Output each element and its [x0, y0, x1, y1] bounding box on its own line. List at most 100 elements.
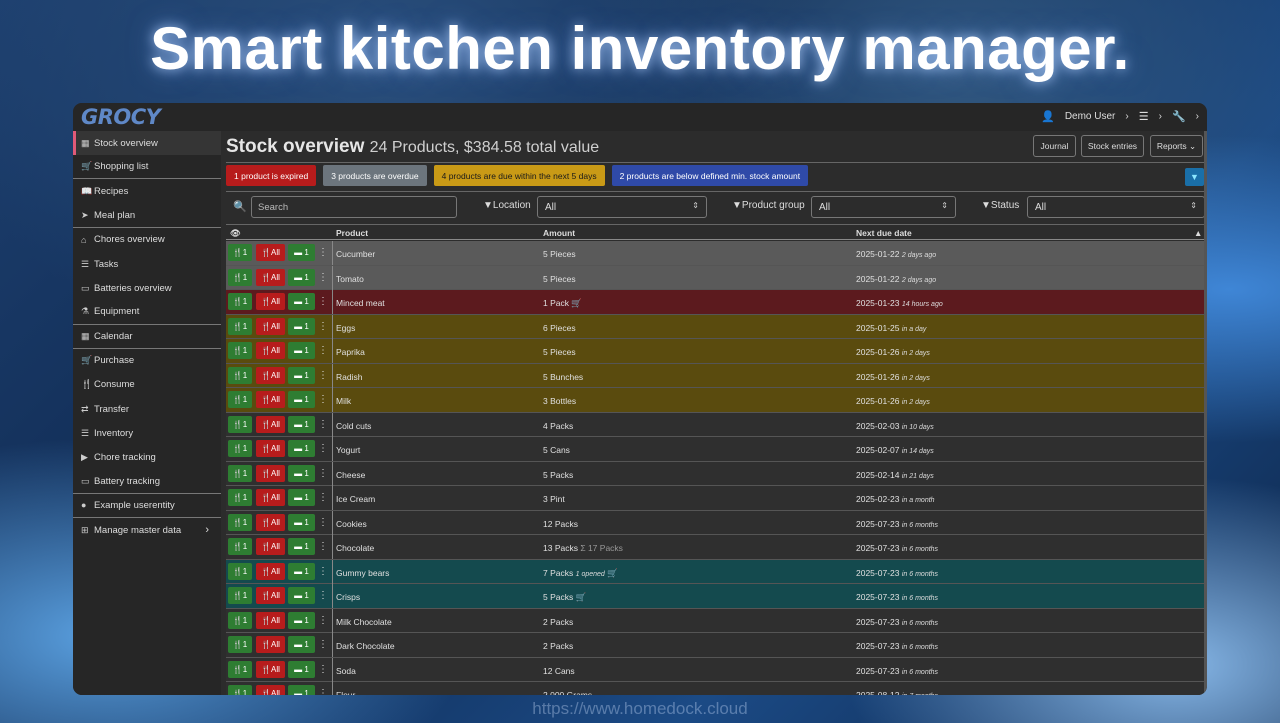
consume-all-button[interactable]: 🍴 All: [256, 562, 285, 580]
product-name[interactable]: Soda: [336, 666, 356, 676]
consume-one-button[interactable]: 🍴 1: [228, 244, 252, 261]
chevron-right-icon[interactable]: ›: [1125, 111, 1128, 122]
consume-all-button[interactable]: 🍴 All: [256, 513, 285, 531]
product-name[interactable]: Eggs: [336, 323, 355, 333]
more-options-icon[interactable]: ⋮: [318, 514, 328, 531]
consume-all-button[interactable]: 🍴 All: [256, 636, 285, 653]
consume-all-button[interactable]: 🍴 All: [256, 415, 285, 433]
open-one-button[interactable]: ▬ 1: [288, 660, 315, 678]
consume-one-button[interactable]: 🍴 1: [228, 464, 252, 482]
more-options-icon[interactable]: ⋮: [318, 489, 328, 506]
consume-one-button[interactable]: 🍴 1: [228, 342, 252, 359]
sidebar-item-transfer[interactable]: ⇄ Transfer: [73, 397, 221, 421]
more-options-icon[interactable]: ⋮: [318, 661, 328, 678]
open-one-button[interactable]: ▬ 1: [288, 268, 315, 286]
consume-all-button[interactable]: 🍴 All: [256, 464, 285, 482]
sidebar-item-meal-plan[interactable]: ➤ Meal plan: [73, 204, 221, 228]
sidebar-item-example-userentity[interactable]: ● Example userentity: [73, 494, 221, 518]
consume-all-button[interactable]: 🍴 All: [256, 391, 285, 408]
sidebar-item-shopping-list[interactable]: 🛒 Shopping list: [73, 155, 221, 180]
table-row[interactable]: 🍴 1 🍴 All ▬ 1 ⋮ Cookies 12 Packs 2025-07-23 in 6…: [226, 510, 1206, 535]
sidebar-item-batteries-overview[interactable]: ▭ Batteries overview: [73, 276, 221, 300]
open-one-button[interactable]: ▬ 1: [288, 538, 315, 555]
sidebar-item-manage-master-data[interactable]: ⊞ Manage master data ›: [73, 518, 221, 542]
more-options-icon[interactable]: ⋮: [318, 244, 328, 261]
eye-icon[interactable]: 👁: [230, 228, 241, 239]
consume-all-button[interactable]: 🍴 All: [256, 366, 285, 384]
table-row[interactable]: 🍴 1 🍴 All ▬ 1 ⋮ Eggs 6 Pieces 2025-01-25 in a da…: [226, 314, 1206, 339]
open-one-button[interactable]: ▬ 1: [288, 244, 315, 261]
sidebar-item-equipment[interactable]: ⚗ Equipment: [73, 300, 221, 325]
table-row[interactable]: 🍴 1 🍴 All ▬ 1 ⋮ Cold cuts 4 Packs 2025-02-03 in …: [226, 412, 1206, 437]
alert-badge[interactable]: 1 product is expired: [226, 165, 317, 186]
product-name[interactable]: Cucumber: [336, 249, 375, 259]
table-row[interactable]: 🍴 1 🍴 All ▬ 1 ⋮ Dark Chocolate 2 Packs 2025-07-2…: [226, 633, 1206, 658]
open-one-button[interactable]: ▬ 1: [288, 415, 315, 433]
open-one-button[interactable]: ▬ 1: [288, 587, 315, 604]
consume-one-button[interactable]: 🍴 1: [228, 317, 252, 335]
open-one-button[interactable]: ▬ 1: [288, 391, 315, 408]
product-name[interactable]: Gummy bears: [336, 568, 389, 578]
status-select[interactable]: All ⇕: [1027, 196, 1205, 218]
product-name[interactable]: Yogurt: [336, 445, 360, 455]
location-select[interactable]: All ⇕: [537, 196, 707, 218]
column-header-due[interactable]: Next due date: [856, 228, 912, 238]
product-name[interactable]: Minced meat: [336, 298, 385, 308]
chevron-right-icon[interactable]: ›: [1159, 111, 1162, 122]
scrollbar[interactable]: [1204, 131, 1207, 695]
open-one-button[interactable]: ▬ 1: [288, 317, 315, 335]
table-row[interactable]: 🍴 1 🍴 All ▬ 1 ⋮ Chocolate 13 Packs Σ 17 Packs 20…: [226, 535, 1206, 560]
product-name[interactable]: Milk Chocolate: [336, 617, 392, 627]
open-one-button[interactable]: ▬ 1: [288, 562, 315, 580]
consume-all-button[interactable]: 🍴 All: [256, 342, 285, 359]
product-name[interactable]: Cheese: [336, 470, 365, 480]
table-row[interactable]: 🍴 1 🍴 All ▬ 1 ⋮ Soda 12 Cans 2025-07-23 in 6 mon…: [226, 657, 1206, 682]
wrench-icon[interactable]: 🔧: [1172, 110, 1186, 123]
product-name[interactable]: Chocolate: [336, 543, 374, 553]
sliders-icon[interactable]: ☰: [1139, 110, 1149, 123]
consume-all-button[interactable]: 🍴 All: [256, 489, 285, 506]
table-row[interactable]: 🍴 1 🍴 All ▬ 1 ⋮ Yogurt 5 Cans 2025-02-07 in 14 d…: [226, 437, 1206, 462]
table-row[interactable]: 🍴 1 🍴 All ▬ 1 ⋮ Radish 5 Bunches 2025-01-26 in 2…: [226, 363, 1206, 388]
grocy-logo[interactable]: GROCY: [81, 105, 161, 129]
consume-one-button[interactable]: 🍴 1: [228, 489, 252, 506]
user-menu[interactable]: Demo User: [1065, 111, 1116, 122]
consume-all-button[interactable]: 🍴 All: [256, 538, 285, 555]
consume-one-button[interactable]: 🍴 1: [228, 391, 252, 408]
more-options-icon[interactable]: ⋮: [318, 636, 328, 653]
open-one-button[interactable]: ▬ 1: [288, 440, 315, 457]
alert-badge[interactable]: 3 products are overdue: [323, 165, 427, 186]
more-options-icon[interactable]: ⋮: [318, 269, 328, 286]
consume-all-button[interactable]: 🍴 All: [256, 685, 285, 695]
consume-one-button[interactable]: 🍴 1: [228, 440, 252, 457]
more-options-icon[interactable]: ⋮: [318, 440, 328, 457]
consume-one-button[interactable]: 🍴 1: [228, 415, 252, 433]
open-one-button[interactable]: ▬ 1: [288, 366, 315, 384]
more-options-icon[interactable]: ⋮: [318, 416, 328, 433]
sidebar-item-recipes[interactable]: 📖 Recipes: [73, 179, 221, 203]
sidebar-item-consume[interactable]: 🍴 Consume: [73, 373, 221, 397]
consume-all-button[interactable]: 🍴 All: [256, 244, 285, 261]
consume-one-button[interactable]: 🍴 1: [228, 268, 252, 286]
table-row[interactable]: 🍴 1 🍴 All ▬ 1 ⋮ Milk 3 Bottles 2025-01-26 in 2 d…: [226, 388, 1206, 413]
product-name[interactable]: Cold cuts: [336, 421, 371, 431]
more-options-icon[interactable]: ⋮: [318, 587, 328, 604]
table-row[interactable]: 🍴 1 🍴 All ▬ 1 ⋮ Paprika 5 Pieces 2025-01-26 in 2…: [226, 339, 1206, 364]
column-header-product[interactable]: Product: [336, 228, 368, 238]
more-options-icon[interactable]: ⋮: [318, 538, 328, 555]
filter-toggle-button[interactable]: ▼: [1185, 168, 1204, 186]
consume-one-button[interactable]: 🍴 1: [228, 587, 252, 604]
column-header-amount[interactable]: Amount: [543, 228, 575, 238]
sidebar-item-tasks[interactable]: ☰ Tasks: [73, 252, 221, 276]
product-name[interactable]: Cookies: [336, 519, 367, 529]
open-one-button[interactable]: ▬ 1: [288, 293, 315, 310]
consume-one-button[interactable]: 🍴 1: [228, 366, 252, 384]
consume-one-button[interactable]: 🍴 1: [228, 685, 252, 695]
reports-button[interactable]: Reports ⌄: [1150, 135, 1203, 157]
alert-badge[interactable]: 4 products are due within the next 5 day…: [433, 165, 605, 186]
open-one-button[interactable]: ▬ 1: [288, 685, 315, 695]
consume-one-button[interactable]: 🍴 1: [228, 611, 252, 629]
consume-all-button[interactable]: 🍴 All: [256, 440, 285, 457]
product-group-select[interactable]: All ⇕: [811, 196, 956, 218]
product-name[interactable]: Milk: [336, 396, 351, 406]
